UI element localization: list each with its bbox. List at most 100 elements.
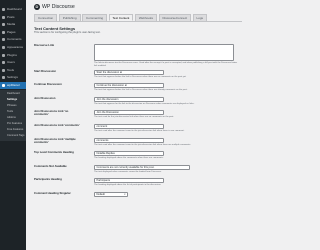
setting-help-text: The heading displayed above the comments… [94, 157, 164, 159]
setting-help-text: The text used for the join-discussion li… [94, 116, 174, 118]
sidebar-item-label: Appearance [7, 46, 24, 49]
submenu-item-settings[interactable]: Settings [0, 98, 26, 103]
plugin-icon [2, 53, 5, 57]
discourse-link-textarea[interactable] [94, 44, 234, 61]
media-icon [2, 23, 5, 27]
submenu-item-label: Tools [7, 110, 14, 114]
comment-icon [2, 38, 5, 42]
setting-help-text: The text that appears before the link to… [94, 89, 188, 91]
setting-input[interactable]: comment [94, 124, 164, 129]
setting-label: Comment Heading Singular [34, 191, 71, 195]
setting-help-text: The link-to-discourse text for Discourse… [94, 62, 238, 67]
setting-label: Join Discussions Link 'comments' [34, 123, 80, 127]
sidebar-item-settings[interactable]: Settings [0, 74, 26, 81]
sidebar-item-label: Plugins [7, 53, 17, 57]
tab-publishing[interactable]: Publishing [58, 14, 81, 21]
settings-icon [2, 76, 5, 80]
submenu-item-label: Settings [7, 98, 18, 102]
wpdiscuz-icon [2, 84, 5, 87]
sidebar-item-label: Settings [7, 76, 18, 80]
setting-select[interactable]: Default ▾ [94, 192, 128, 197]
sidebar-item-label: Comments [7, 38, 22, 42]
brush-icon [2, 46, 5, 49]
submenu-item-comment-tags[interactable]: Comment Tags [0, 134, 26, 139]
setting-help-text: The text that appears before the link to… [94, 76, 187, 78]
setting-help-text: The text used after the comment count in… [94, 144, 191, 146]
setting-input[interactable]: Join the Discussion [94, 110, 164, 115]
page-header: D WP Discourse [34, 4, 75, 10]
tab-logs[interactable]: Logs [192, 14, 208, 21]
setting-field: Continue the discussion at The text that … [94, 83, 242, 92]
sidebar-item-appearance[interactable]: Appearance [0, 44, 26, 51]
setting-input[interactable]: comments [94, 138, 164, 143]
sidebar-item-dashboard[interactable]: Dashboard [0, 6, 26, 13]
setting-input[interactable]: Join the discussion [94, 97, 164, 102]
page-icon [2, 30, 5, 34]
setting-label: Start Discussion [34, 69, 57, 73]
sidebar-item-media[interactable]: Media [0, 21, 26, 28]
submenu-item-label: Dashboard [7, 92, 20, 96]
submenu-item-phrases[interactable]: Phrases [0, 104, 26, 109]
main-content: D WP Discourse Connection Publishing Comme… [26, 0, 250, 250]
sidebar-item-plugins[interactable]: Plugins [0, 52, 26, 59]
tab-discourseconnect[interactable]: DiscourseConnect [158, 14, 192, 21]
setting-input[interactable]: Notable Replies [94, 151, 164, 156]
setting-input[interactable]: Participants [94, 178, 164, 183]
setting-help-text: The heading displayed above the list of … [94, 184, 162, 186]
setting-input[interactable]: Continue the discussion at [94, 83, 164, 88]
sidebar-item-label: Media [7, 23, 16, 27]
sidebar-item-pages[interactable]: Pages [0, 29, 26, 36]
settings-tabs: Connection Publishing Commenting Text Conte… [34, 14, 242, 22]
setting-field: Notable Replies The heading displayed abo… [94, 151, 242, 160]
sidebar-item-tools[interactable]: Tools [0, 67, 26, 74]
submenu-item-label: Addons [7, 116, 16, 120]
pin-icon [2, 15, 5, 19]
setting-field: comments The text used after the comment … [94, 138, 242, 147]
setting-label: Participants Heading [34, 177, 62, 181]
sidebar-item-users[interactable]: Users [0, 59, 26, 66]
submenu-item-pro-features[interactable]: Pro Features [0, 122, 26, 127]
submenu-item-label: Free Features [7, 128, 24, 132]
submenu-item-label: Pro Features [7, 122, 22, 126]
submenu-item-addons[interactable]: Addons [0, 116, 26, 121]
setting-label: Continue Discussion [34, 82, 62, 86]
page-title: WP Discourse [42, 4, 75, 10]
setting-field: The link-to-discourse text for Discourse… [94, 44, 242, 68]
setting-label: Discourse Link [34, 43, 55, 47]
wrench-icon [2, 68, 5, 72]
select-value: Default [96, 192, 105, 196]
submenu-item-label: Phrases [7, 104, 17, 108]
sidebar-item-label: wpDiscuz [7, 84, 20, 87]
sidebar-item-wpdiscuz[interactable]: wpDiscuz [0, 82, 26, 89]
setting-label: Join Discussion [34, 96, 56, 100]
setting-input[interactable]: Comments are not currently available for… [94, 165, 190, 170]
setting-input[interactable]: Start the discussion at [94, 70, 164, 75]
setting-label: Comments Not Available [34, 164, 67, 168]
setting-field: comment The text used after the comment c… [94, 124, 242, 133]
setting-field: Comments are not currently available for… [94, 165, 242, 174]
admin-sidebar: Dashboard Posts Media Pages Comments Appearan… [0, 0, 26, 250]
submenu-item-tools[interactable]: Tools [0, 110, 26, 115]
sidebar-item-label: Posts [7, 15, 15, 19]
section-description: This section is for configuring the plug… [34, 31, 101, 34]
setting-help-text: The text that appears for the link to th… [94, 103, 195, 105]
sidebar-item-label: Users [7, 61, 15, 65]
tab-text-content[interactable]: Text Content [108, 14, 134, 21]
setting-field: Join the Discussion The text used for the… [94, 110, 242, 119]
dashboard-icon [2, 8, 5, 11]
sidebar-item-label: Dashboard [7, 8, 22, 11]
sidebar-item-posts[interactable]: Posts [0, 14, 26, 21]
tab-commenting[interactable]: Commenting [82, 14, 108, 21]
setting-label: Join Discussions Link 'multiple comments… [34, 137, 76, 145]
submenu-item-label: Comment Tags [7, 134, 25, 138]
sidebar-item-comments[interactable]: Comments [0, 36, 26, 43]
tab-webhooks[interactable]: Webhooks [134, 14, 158, 21]
setting-field: Start the discussion at The text that app… [94, 70, 242, 79]
sidebar-item-label: Pages [7, 30, 16, 34]
submenu-item-dashboard[interactable]: Dashboard [0, 92, 26, 97]
submenu-item-free-features[interactable]: Free Features [0, 128, 26, 133]
setting-label: Join Discussions Link 'no comments' [34, 109, 69, 117]
user-icon [2, 61, 5, 65]
chevron-down-icon: ▾ [124, 192, 126, 196]
tab-connection[interactable]: Connection [34, 14, 58, 21]
